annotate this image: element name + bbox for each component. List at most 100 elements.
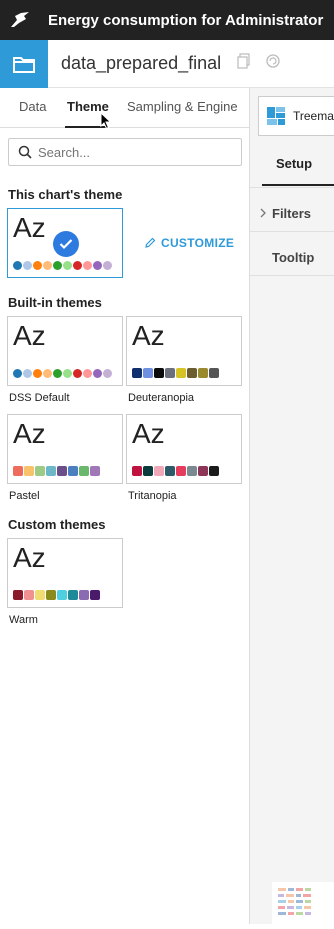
bird-logo-icon[interactable] bbox=[0, 0, 40, 40]
color-swatch bbox=[63, 369, 72, 378]
theme-sample-text: Az bbox=[13, 212, 46, 243]
color-swatch bbox=[57, 590, 67, 600]
chart-thumbnail[interactable] bbox=[272, 882, 334, 924]
tooltip-section[interactable]: Tooltip bbox=[272, 250, 314, 265]
color-swatch bbox=[198, 368, 208, 378]
color-swatch bbox=[90, 590, 100, 600]
theme-color-swatches bbox=[132, 368, 219, 378]
color-swatch bbox=[68, 590, 78, 600]
theme-sample-text: Az bbox=[13, 418, 46, 449]
theme-name: Pastel bbox=[9, 490, 40, 502]
search-input[interactable] bbox=[38, 144, 228, 160]
theme-search[interactable] bbox=[8, 138, 242, 166]
theme-card-deuteranopia[interactable]: Az bbox=[126, 316, 242, 386]
color-swatch bbox=[43, 369, 52, 378]
theme-name: Tritanopia bbox=[128, 490, 177, 502]
theme-sample-text: Az bbox=[132, 320, 165, 351]
dataset-folder-icon[interactable] bbox=[0, 39, 48, 88]
color-swatch bbox=[46, 590, 56, 600]
color-swatch bbox=[154, 368, 164, 378]
color-swatch bbox=[103, 261, 112, 270]
color-swatch bbox=[73, 261, 82, 270]
filters-section[interactable]: Filters bbox=[272, 206, 311, 221]
color-swatch bbox=[165, 368, 175, 378]
color-swatch bbox=[209, 368, 219, 378]
color-swatch bbox=[24, 466, 34, 476]
custom-themes-heading: Custom themes bbox=[8, 517, 106, 532]
customize-label: CUSTOMIZE bbox=[161, 236, 235, 250]
theme-card-tritanopia[interactable]: Az bbox=[126, 414, 242, 484]
theme-name: Warm bbox=[9, 614, 38, 626]
copy-icon[interactable] bbox=[237, 53, 251, 74]
theme-name: Deuteranopia bbox=[128, 392, 195, 404]
color-swatch bbox=[187, 368, 197, 378]
tab-setup[interactable]: Setup bbox=[262, 156, 334, 171]
current-theme-card[interactable]: Az bbox=[7, 208, 123, 278]
color-swatch bbox=[79, 466, 89, 476]
color-swatch bbox=[33, 261, 42, 270]
panel-tabs: Data Theme Sampling & Engine bbox=[0, 88, 249, 128]
tab-data[interactable]: Data bbox=[19, 99, 46, 114]
color-swatch bbox=[68, 466, 78, 476]
color-swatch bbox=[24, 590, 34, 600]
color-swatch bbox=[53, 261, 62, 270]
theme-card-warm[interactable]: Az bbox=[7, 538, 123, 608]
color-swatch bbox=[43, 261, 52, 270]
chart-type-selector[interactable]: Treemap bbox=[258, 96, 334, 136]
dataset-bar: data_prepared_final bbox=[0, 39, 334, 88]
divider bbox=[250, 275, 334, 276]
search-icon bbox=[18, 145, 32, 159]
color-swatch bbox=[35, 466, 45, 476]
theme-card-pastel[interactable]: Az bbox=[7, 414, 123, 484]
tab-sampling-engine[interactable]: Sampling & Engine bbox=[127, 99, 238, 114]
chevron-right-icon[interactable] bbox=[260, 208, 266, 218]
page-title: Energy consumption for Administrator bbox=[48, 11, 324, 29]
color-swatch bbox=[83, 369, 92, 378]
mouse-cursor-icon bbox=[100, 111, 112, 135]
color-swatch bbox=[103, 369, 112, 378]
refresh-icon[interactable] bbox=[265, 53, 281, 74]
color-swatch bbox=[198, 466, 208, 476]
color-swatch bbox=[46, 466, 56, 476]
color-swatch bbox=[93, 369, 102, 378]
theme-color-swatches bbox=[13, 369, 112, 378]
chart-type-label: Treemap bbox=[293, 109, 334, 123]
customize-button[interactable]: CUSTOMIZE bbox=[144, 236, 234, 250]
color-swatch bbox=[83, 261, 92, 270]
color-swatch bbox=[154, 466, 164, 476]
color-swatch bbox=[132, 368, 142, 378]
color-swatch bbox=[53, 369, 62, 378]
color-swatch bbox=[63, 261, 72, 270]
dataset-name[interactable]: data_prepared_final bbox=[61, 53, 221, 74]
theme-sample-text: Az bbox=[13, 542, 46, 573]
color-swatch bbox=[35, 590, 45, 600]
color-swatch bbox=[13, 466, 23, 476]
setup-tab-indicator bbox=[262, 184, 334, 186]
builtin-themes-heading: Built-in themes bbox=[8, 295, 102, 310]
color-swatch bbox=[13, 369, 22, 378]
color-swatch bbox=[132, 466, 142, 476]
color-swatch bbox=[165, 466, 175, 476]
selected-check-icon bbox=[53, 231, 79, 257]
theme-color-swatches bbox=[13, 590, 100, 600]
divider bbox=[250, 187, 334, 188]
color-swatch bbox=[73, 369, 82, 378]
color-swatch bbox=[187, 466, 197, 476]
pencil-icon bbox=[145, 237, 156, 248]
chart-settings-panel: Treemap Setup Filters Tooltip bbox=[250, 88, 334, 924]
color-swatch bbox=[79, 590, 89, 600]
color-swatch bbox=[13, 261, 22, 270]
theme-color-swatches bbox=[132, 466, 219, 476]
color-swatch bbox=[57, 466, 67, 476]
color-swatch bbox=[90, 466, 100, 476]
color-swatch bbox=[33, 369, 42, 378]
color-swatch bbox=[93, 261, 102, 270]
current-theme-heading: This chart's theme bbox=[8, 187, 123, 202]
theme-color-swatches bbox=[13, 466, 100, 476]
treemap-icon bbox=[267, 107, 285, 125]
theme-sample-text: Az bbox=[132, 418, 165, 449]
color-swatch bbox=[176, 466, 186, 476]
theme-card-dss-default[interactable]: Az bbox=[7, 316, 123, 386]
theme-name: DSS Default bbox=[9, 392, 70, 404]
color-swatch bbox=[143, 466, 153, 476]
